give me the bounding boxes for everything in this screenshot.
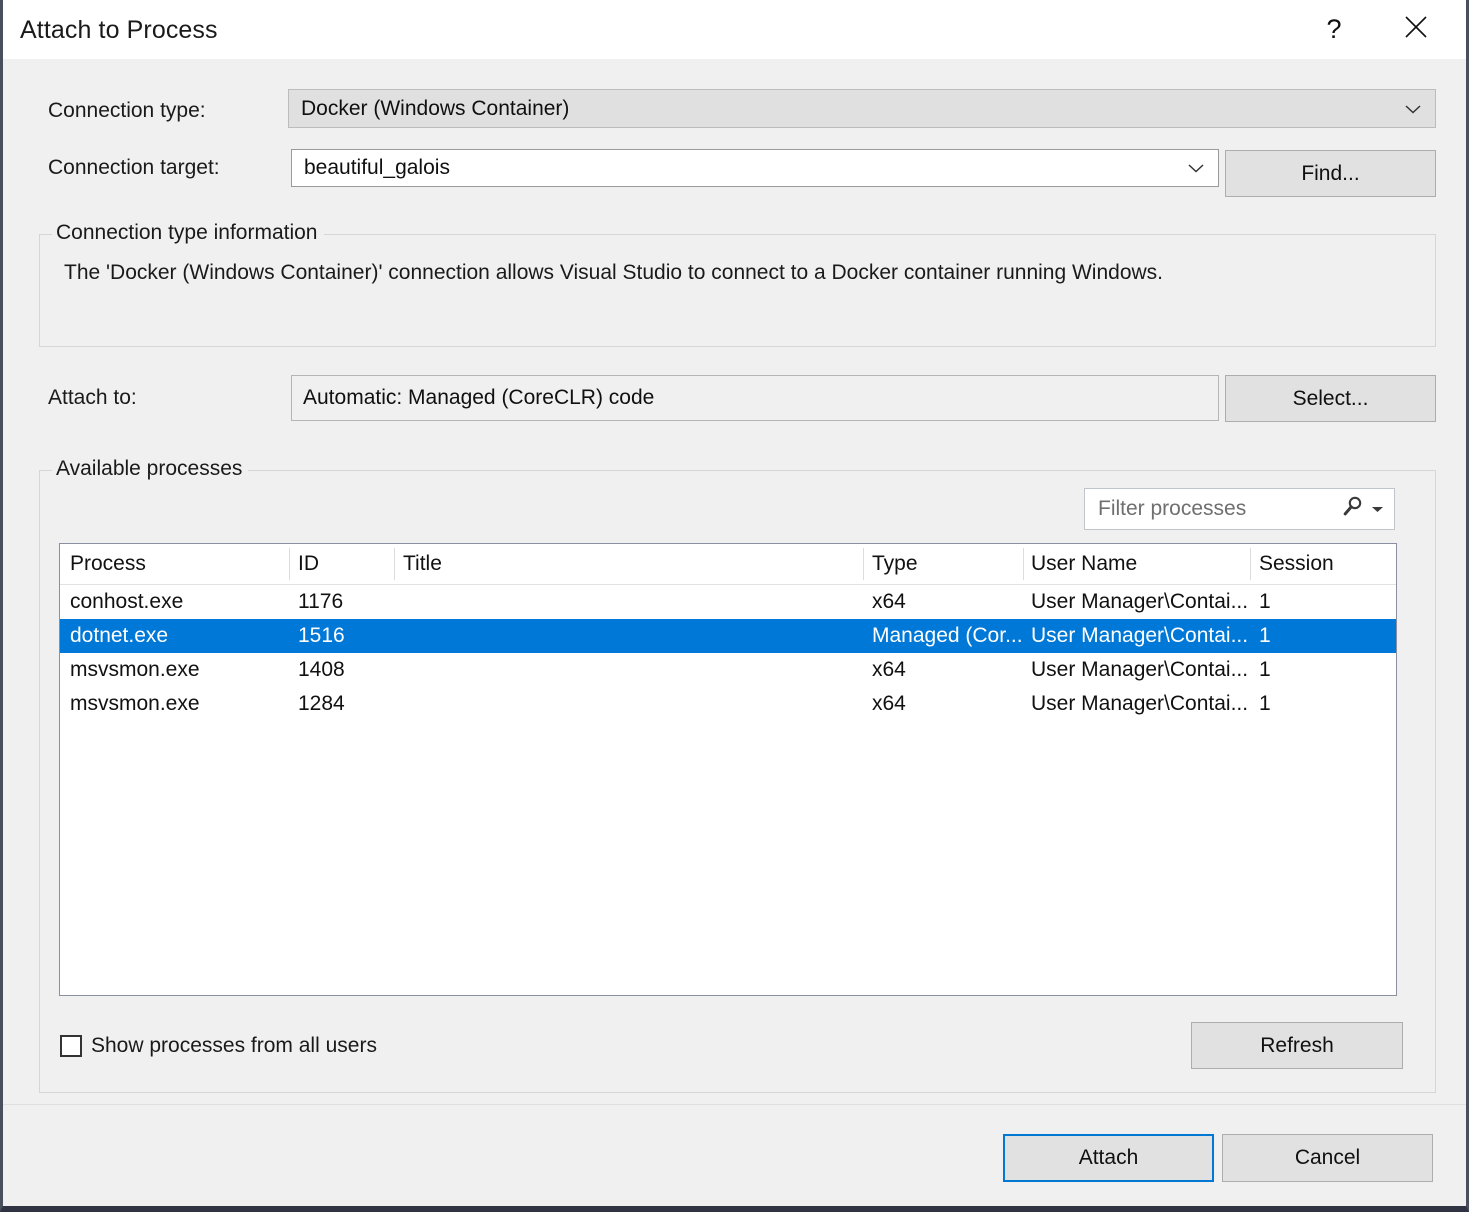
cell-id: 1408	[298, 658, 345, 682]
refresh-button[interactable]: Refresh	[1191, 1022, 1403, 1069]
cell-id: 1284	[298, 692, 345, 716]
attach-button[interactable]: Attach	[1003, 1134, 1214, 1182]
chevron-down-icon[interactable]	[1371, 500, 1384, 518]
connection-type-information-legend: Connection type information	[52, 221, 324, 245]
available-processes-legend: Available processes	[52, 457, 248, 481]
table-row[interactable]: msvsmon.exe 1284 x64 User Manager\Contai…	[60, 687, 1396, 721]
table-row[interactable]: msvsmon.exe 1408 x64 User Manager\Contai…	[60, 653, 1396, 687]
question-mark-icon: ?	[1326, 16, 1341, 43]
cell-user-name: User Manager\Contai...	[1031, 624, 1253, 648]
column-separator[interactable]	[1023, 548, 1024, 580]
connection-target-label: Connection target:	[48, 156, 220, 180]
checkbox-box[interactable]	[60, 1035, 82, 1057]
cell-id: 1176	[298, 590, 343, 614]
cell-type: x64	[872, 658, 1022, 682]
cell-type: x64	[872, 692, 1022, 716]
show-all-users-label: Show processes from all users	[91, 1034, 377, 1058]
cell-user-name: User Manager\Contai...	[1031, 590, 1253, 614]
column-header-session[interactable]: Session	[1259, 552, 1334, 576]
column-header-title[interactable]: Title	[403, 552, 442, 576]
attach-to-process-dialog: Attach to Process ? Connection type: Doc…	[0, 0, 1469, 1212]
search-icon[interactable]	[1341, 495, 1365, 524]
cell-type: x64	[872, 590, 1022, 614]
help-button[interactable]: ?	[1302, 0, 1366, 59]
cell-process: dotnet.exe	[70, 624, 168, 648]
cell-process: msvsmon.exe	[70, 692, 200, 716]
cell-type: Managed (Cor...	[872, 624, 1022, 648]
table-row[interactable]: conhost.exe 1176 x64 User Manager\Contai…	[60, 585, 1396, 619]
processes-listview-header: Process ID Title Type User Name Session	[60, 544, 1396, 585]
column-separator[interactable]	[289, 548, 290, 580]
find-button[interactable]: Find...	[1225, 150, 1436, 197]
chevron-down-icon	[1187, 156, 1205, 180]
cell-process: msvsmon.exe	[70, 658, 200, 682]
cell-session: 1	[1259, 624, 1271, 648]
table-row[interactable]: dotnet.exe 1516 Managed (Cor... User Man…	[60, 619, 1396, 653]
column-separator[interactable]	[863, 548, 864, 580]
cell-session: 1	[1259, 658, 1271, 682]
filter-processes-input[interactable]: Filter processes	[1084, 488, 1395, 530]
cancel-button[interactable]: Cancel	[1222, 1134, 1433, 1182]
cell-user-name: User Manager\Contai...	[1031, 658, 1253, 682]
processes-listview[interactable]: Process ID Title Type User Name Session …	[59, 543, 1397, 996]
column-separator[interactable]	[394, 548, 395, 580]
column-header-process[interactable]: Process	[70, 552, 146, 576]
footer-divider	[3, 1104, 1466, 1105]
connection-target-combobox[interactable]: beautiful_galois	[291, 149, 1219, 187]
cell-session: 1	[1259, 692, 1271, 716]
select-button[interactable]: Select...	[1225, 375, 1436, 422]
attach-to-field: Automatic: Managed (CoreCLR) code	[291, 375, 1219, 421]
connection-type-value: Docker (Windows Container)	[289, 97, 569, 121]
close-icon	[1404, 15, 1428, 44]
column-header-type[interactable]: Type	[872, 552, 918, 576]
connection-target-value: beautiful_galois	[292, 156, 450, 180]
title-bar: Attach to Process ?	[3, 0, 1466, 59]
column-header-user-name[interactable]: User Name	[1031, 552, 1137, 576]
connection-type-combobox[interactable]: Docker (Windows Container)	[288, 89, 1436, 128]
connection-type-label: Connection type:	[48, 99, 206, 123]
show-all-users-checkbox[interactable]: Show processes from all users	[60, 1034, 377, 1058]
column-separator[interactable]	[1250, 548, 1251, 580]
page-title: Attach to Process	[20, 16, 218, 45]
attach-to-label: Attach to:	[48, 386, 137, 410]
cell-process: conhost.exe	[70, 590, 183, 614]
cell-session: 1	[1259, 590, 1271, 614]
filter-processes-placeholder: Filter processes	[1085, 497, 1246, 521]
connection-type-information-group: Connection type information The 'Docker …	[39, 234, 1436, 347]
cell-id: 1516	[298, 624, 345, 648]
chevron-down-icon	[1404, 97, 1422, 121]
column-header-id[interactable]: ID	[298, 552, 319, 576]
connection-type-information-text: The 'Docker (Windows Container)' connect…	[64, 261, 1163, 285]
close-button[interactable]	[1384, 0, 1448, 59]
cell-user-name: User Manager\Contai...	[1031, 692, 1253, 716]
